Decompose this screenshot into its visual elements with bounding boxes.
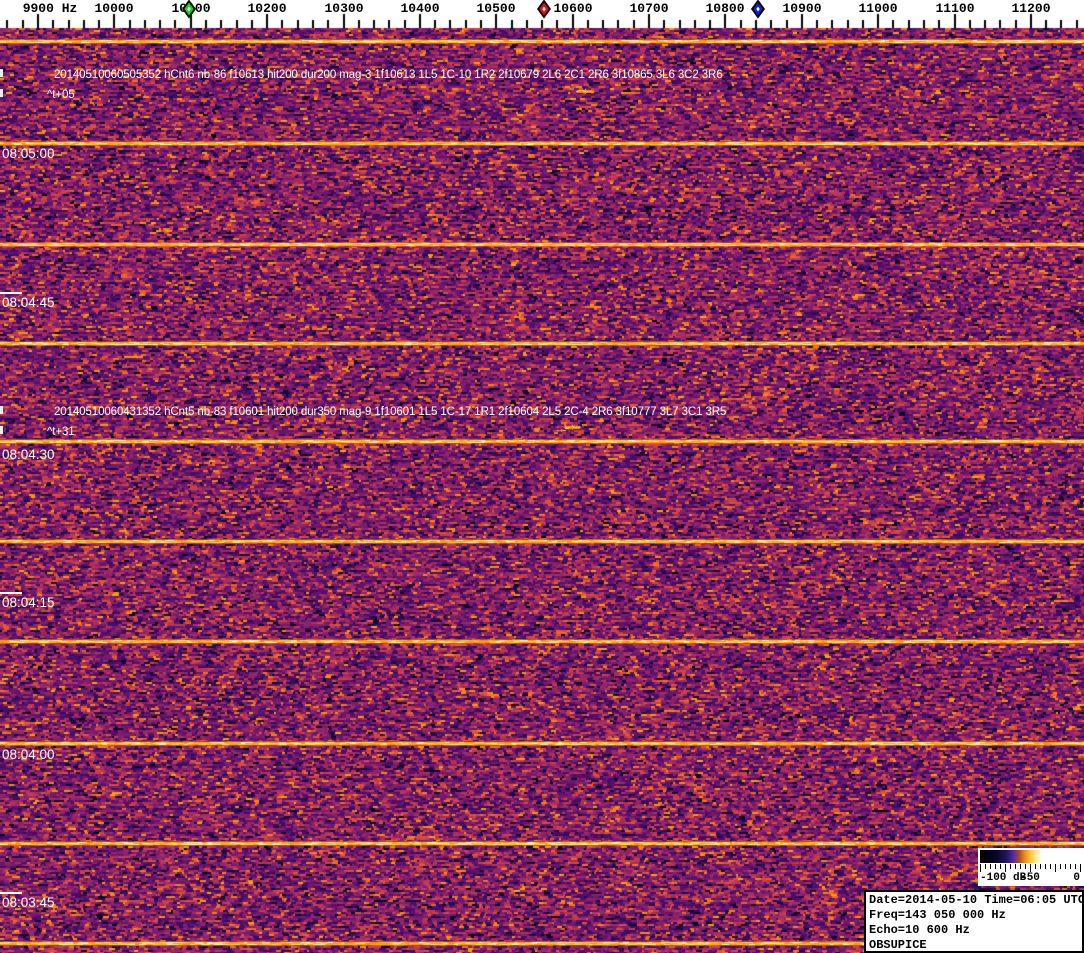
freq-axis-label-10500: 10500 xyxy=(476,1,516,16)
colorbar-tick xyxy=(1055,864,1056,872)
colorbar-tick xyxy=(1065,864,1066,869)
colorbar-tick xyxy=(995,864,996,869)
colorbar-tick xyxy=(1010,864,1011,869)
colorbar-tick xyxy=(1045,864,1046,869)
time-tick-080445 xyxy=(0,292,22,294)
colorbar-tick xyxy=(1040,864,1041,869)
colorbar-tick xyxy=(1030,864,1031,872)
colorbar-tick xyxy=(1080,864,1081,872)
freq-axis-label-10400: 10400 xyxy=(400,1,440,16)
freq-axis-label-10200: 10200 xyxy=(247,1,287,16)
info-echo: Echo=10 600 Hz xyxy=(869,923,970,937)
freq-axis-label-11000: 11000 xyxy=(858,1,898,16)
edge-mark-2 xyxy=(0,406,3,414)
colorbar-tick xyxy=(990,864,991,869)
freq-axis-label-10800: 10800 xyxy=(705,1,745,16)
colorbar-tick xyxy=(1015,864,1016,869)
marker-center-dot xyxy=(542,6,546,12)
colorbar-gradient xyxy=(980,850,1080,863)
edge-mark-0 xyxy=(0,69,3,77)
time-label-080400: 08:04:00 xyxy=(2,747,55,762)
freq-axis-label-9900: 9900 Hz xyxy=(22,1,78,16)
spectrogram-canvas xyxy=(0,0,1084,953)
db-colorbar: -100 dB -50 0 xyxy=(978,848,1084,886)
freq-axis-label-11100: 11100 xyxy=(935,1,975,16)
marker-center-dot xyxy=(187,6,191,12)
event-time-caret-1: ^t+05 xyxy=(47,89,75,101)
colorbar-tick xyxy=(1005,864,1006,872)
colorbar-label-mid: -50 xyxy=(1020,872,1040,884)
colorbar-tick xyxy=(1020,864,1021,869)
freq-axis-label-11200: 11200 xyxy=(1011,1,1051,16)
event-time-caret-2: ^t+31 xyxy=(47,426,75,438)
freq-axis-label-10000: 10000 xyxy=(94,1,134,16)
info-date-time: Date=2014-05-10 Time=06:05 UTC xyxy=(869,893,1084,907)
colorbar-tick xyxy=(1025,864,1026,869)
time-tick-080415 xyxy=(0,592,22,594)
time-label-080345: 08:03:45 xyxy=(2,895,55,910)
colorbar-tick xyxy=(1000,864,1001,869)
colorbar-tick xyxy=(1060,864,1061,869)
edge-mark-3 xyxy=(0,426,3,434)
event-annotation-2: 20140510060431352 hCnt5 nb-83 f10601 hit… xyxy=(54,406,727,418)
freq-axis-label-10700: 10700 xyxy=(629,1,669,16)
info-observatory: OBSUPICE xyxy=(869,938,927,952)
station-info-box: Date=2014-05-10 Time=06:05 UTC Freq=143 … xyxy=(864,890,1084,953)
time-tick-080345 xyxy=(0,892,22,894)
time-label-080430: 08:04:30 xyxy=(2,447,55,462)
colorbar-tick xyxy=(1075,864,1076,869)
spectrogram-app-window: 9900 Hz100001010010200103001040010500106… xyxy=(0,0,1084,953)
colorbar-label-max: 0 xyxy=(1073,872,1080,884)
colorbar-tick xyxy=(985,864,986,869)
colorbar-tick xyxy=(1070,864,1071,869)
colorbar-tick xyxy=(1050,864,1051,869)
info-frequency: Freq=143 050 000 Hz xyxy=(869,908,1006,922)
freq-axis-label-10600: 10600 xyxy=(553,1,593,16)
time-label-080445: 08:04:45 xyxy=(2,295,55,310)
time-label-080500: 08:05:00 xyxy=(2,146,55,161)
event-annotation-1: 20140510060505352 hCnt6 nb-86 f10613 hit… xyxy=(54,69,723,81)
edge-mark-1 xyxy=(0,89,3,97)
colorbar-tick xyxy=(1035,864,1036,869)
freq-axis-label-10900: 10900 xyxy=(782,1,822,16)
colorbar-tick xyxy=(980,864,981,872)
marker-center-dot xyxy=(756,6,760,12)
freq-axis-label-10300: 10300 xyxy=(324,1,364,16)
time-label-080415: 08:04:15 xyxy=(2,595,55,610)
